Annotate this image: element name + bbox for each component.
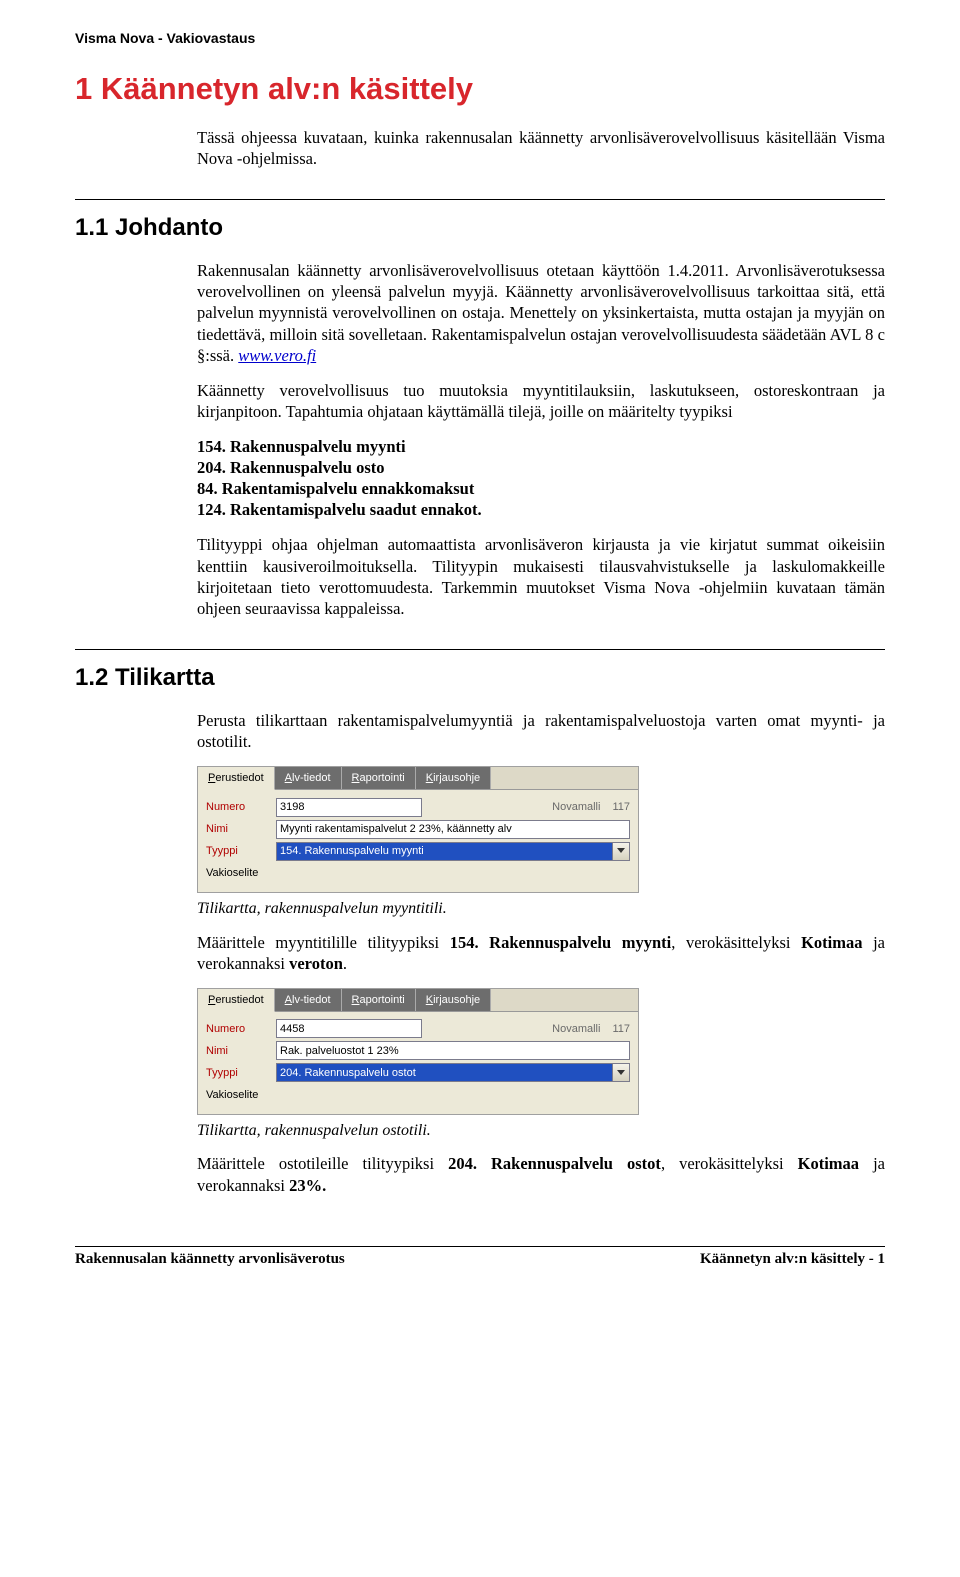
vero-link[interactable]: www.vero.fi xyxy=(238,346,316,365)
label-tyyppi: Tyyppi xyxy=(206,1066,276,1080)
screenshot-tilikartta-osto: Perustiedot Alv-tiedot Raportointi Kirja… xyxy=(197,988,639,1115)
field-tyyppi[interactable]: 154. Rakennuspalvelu myynti xyxy=(276,842,613,861)
caption-shot1: Tilikartta, rakennuspalvelun myyntitili. xyxy=(197,899,885,919)
field-numero[interactable]: 3198 xyxy=(276,798,422,817)
tab-alv-tiedot[interactable]: Alv-tiedot xyxy=(275,989,342,1011)
label-numero: Numero xyxy=(206,1022,276,1036)
screenshot-tilikartta-myynti: PPerustiedoterustiedot Alv-tiedot Raport… xyxy=(197,766,639,893)
field-tyyppi[interactable]: 204. Rakennuspalvelu ostot xyxy=(276,1063,613,1082)
list-item: 124. Rakentamispalvelu saadut ennakot. xyxy=(197,499,885,520)
text-bold: 154. Rakennuspalvelu myynti xyxy=(450,933,672,952)
row-vakioselite: Vakioselite xyxy=(206,862,630,884)
text: , verokäsittelyksi xyxy=(671,933,801,952)
tab-kirjausohje[interactable]: Kirjausohje xyxy=(416,989,491,1011)
label-vakioselite: Vakioselite xyxy=(206,866,276,880)
document-header: Visma Nova - Vakiovastaus xyxy=(75,30,885,46)
extra-novamalli: Novamalli xyxy=(552,1022,600,1036)
field-nimi[interactable]: Rak. palveluostot 1 23% xyxy=(276,1041,630,1060)
list-item: 204. Rakennuspalvelu osto xyxy=(197,457,885,478)
label-nimi: Nimi xyxy=(206,822,276,836)
extra-117: 117 xyxy=(612,800,630,814)
sec2-p2: Määrittele myyntitilille tilityypiksi 15… xyxy=(197,932,885,974)
row-nimi: Nimi Myynti rakentamispalvelut 2 23%, kä… xyxy=(206,818,630,840)
footer-left: Rakennusalan käännetty arvonlisäverotus xyxy=(75,1251,345,1268)
sec1-p3: Tilityyppi ohjaa ohjelman automaattista … xyxy=(197,534,885,618)
sec1-p1: Rakennusalan käännetty arvonlisäverovelv… xyxy=(197,260,885,366)
footer-right: Käännetyn alv:n käsittely - 1 xyxy=(700,1251,885,1268)
heading-1-2: 1.2 Tilikartta xyxy=(75,649,885,692)
text: . xyxy=(343,954,347,973)
label-tyyppi: Tyyppi xyxy=(206,844,276,858)
text: Määrittele ostotileille tilityypiksi xyxy=(197,1154,448,1173)
row-tyyppi: Tyyppi 154. Rakennuspalvelu myynti xyxy=(206,840,630,862)
text-bold: Kotimaa xyxy=(798,1154,859,1173)
label-nimi: Nimi xyxy=(206,1044,276,1058)
field-numero[interactable]: 4458 xyxy=(276,1019,422,1038)
list-item: 84. Rakentamispalvelu ennakkomaksut xyxy=(197,478,885,499)
label-vakioselite: Vakioselite xyxy=(206,1088,276,1102)
text-bold: 204. Rakennuspalvelu ostot xyxy=(448,1154,661,1173)
row-vakioselite: Vakioselite xyxy=(206,1084,630,1106)
tab-kirjausohje[interactable]: Kirjausohje xyxy=(416,767,491,789)
dropdown-icon[interactable] xyxy=(613,842,630,861)
text: , verokäsittelyksi xyxy=(661,1154,798,1173)
text-bold: Kotimaa xyxy=(801,933,862,952)
tilityyppi-list: 154. Rakennuspalvelu myynti 204. Rakennu… xyxy=(197,436,885,520)
text-bold: 23%. xyxy=(289,1176,326,1195)
heading-1: 1 Käännetyn alv:n käsittely xyxy=(75,71,885,107)
dropdown-icon[interactable] xyxy=(613,1063,630,1082)
text: Määrittele myyntitilille tilityypiksi xyxy=(197,933,450,952)
list-item: 154. Rakennuspalvelu myynti xyxy=(197,436,885,457)
tab-perustiedot[interactable]: PPerustiedoterustiedot xyxy=(198,767,275,790)
tab-bar: Perustiedot Alv-tiedot Raportointi Kirja… xyxy=(198,989,638,1012)
tab-perustiedot[interactable]: Perustiedot xyxy=(198,989,275,1012)
row-numero: Numero 3198 Novamalli 117 xyxy=(206,796,630,818)
caption-shot2: Tilikartta, rakennuspalvelun ostotili. xyxy=(197,1121,885,1141)
tab-bar: PPerustiedoterustiedot Alv-tiedot Raport… xyxy=(198,767,638,790)
sec1-p2: Käännetty verovelvollisuus tuo muutoksia… xyxy=(197,380,885,422)
field-nimi[interactable]: Myynti rakentamispalvelut 2 23%, käännet… xyxy=(276,820,630,839)
tab-raportointi[interactable]: Raportointi xyxy=(342,767,416,789)
row-nimi: Nimi Rak. palveluostot 1 23% xyxy=(206,1040,630,1062)
label-numero: Numero xyxy=(206,800,276,814)
tab-alv-tiedot[interactable]: Alv-tiedot xyxy=(275,767,342,789)
tab-raportointi[interactable]: Raportointi xyxy=(342,989,416,1011)
footer-rule xyxy=(75,1246,885,1247)
row-tyyppi: Tyyppi 204. Rakennuspalvelu ostot xyxy=(206,1062,630,1084)
sec2-p3: Määrittele ostotileille tilityypiksi 204… xyxy=(197,1153,885,1195)
extra-117: 117 xyxy=(612,1022,630,1036)
sec2-p1: Perusta tilikarttaan rakentamispalvelumy… xyxy=(197,710,885,752)
extra-novamalli: Novamalli xyxy=(552,800,600,814)
text-bold: veroton xyxy=(289,954,343,973)
row-numero: Numero 4458 Novamalli 117 xyxy=(206,1018,630,1040)
heading-1-1: 1.1 Johdanto xyxy=(75,199,885,242)
intro-paragraph: Tässä ohjeessa kuvataan, kuinka rakennus… xyxy=(197,127,885,169)
